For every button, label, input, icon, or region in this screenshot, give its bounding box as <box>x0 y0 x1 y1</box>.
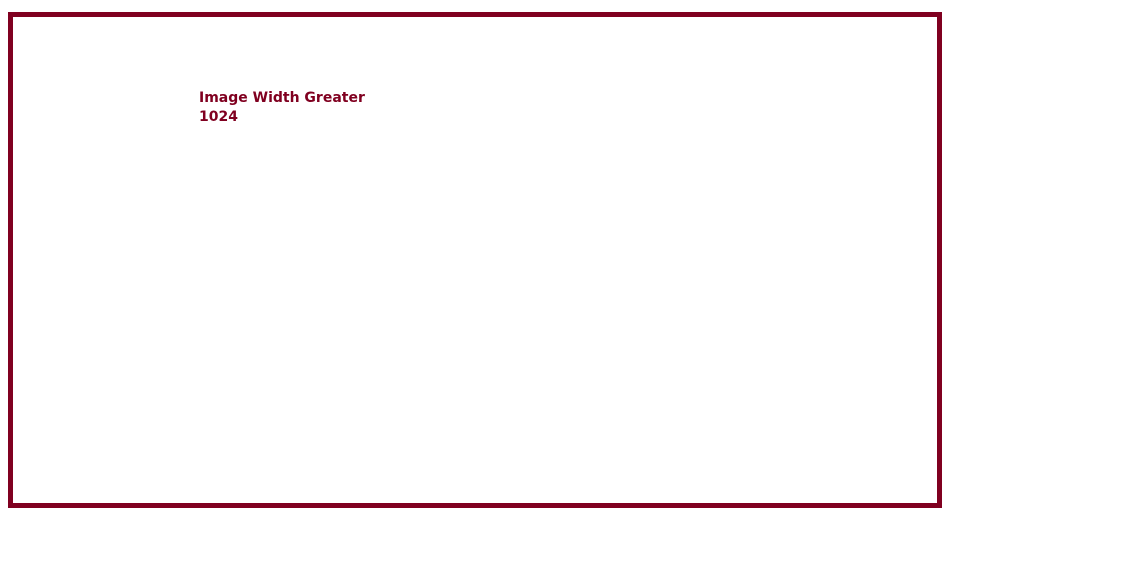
caption-block: Image Width Greater 1024 <box>199 89 365 127</box>
bordered-frame <box>8 12 942 508</box>
caption-line-1: Image Width Greater <box>199 90 365 106</box>
caption-line-2: 1024 <box>199 109 238 125</box>
